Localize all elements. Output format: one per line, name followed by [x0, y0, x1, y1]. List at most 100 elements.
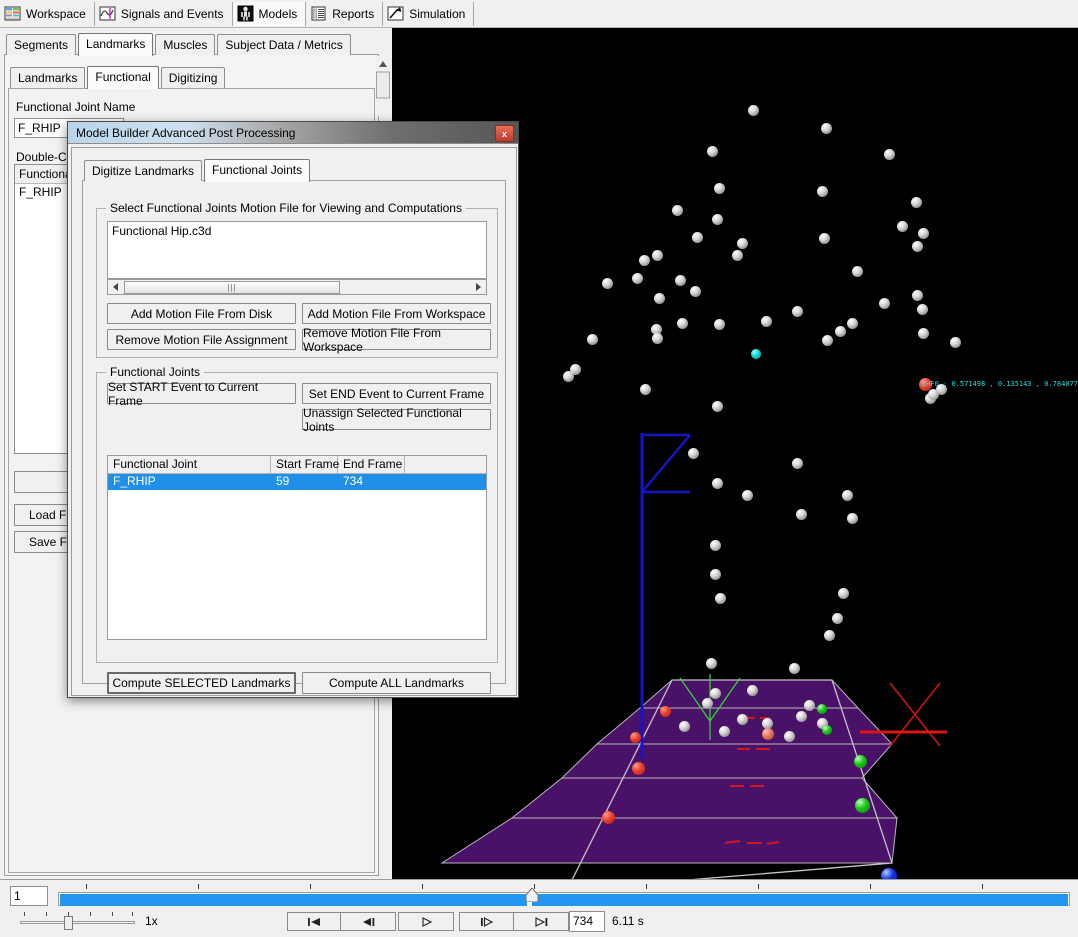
scroll-left-icon[interactable]	[108, 280, 124, 294]
motion-file-group-legend: Select Functional Joints Motion File for…	[106, 201, 466, 215]
secondary-tabs: Landmarks Functional Digitizing	[10, 66, 227, 89]
compute-selected-landmarks-button[interactable]: Compute SELECTED Landmarks	[107, 672, 296, 694]
mocap-marker	[587, 334, 598, 345]
go-to-last-frame-button[interactable]	[513, 912, 569, 931]
go-to-first-frame-button[interactable]	[287, 912, 343, 931]
mocap-marker	[714, 319, 725, 330]
dialog-title-bar[interactable]: Model Builder Advanced Post Processing x	[68, 122, 518, 144]
tab-muscles[interactable]: Muscles	[155, 34, 216, 55]
mocap-marker	[639, 255, 650, 266]
subtab-functional[interactable]: Functional	[87, 66, 159, 89]
set-end-event-button[interactable]: Set END Event to Current Frame	[302, 383, 491, 404]
toolbar-item-models[interactable]: Models	[232, 1, 307, 26]
cell-start-frame: 59	[276, 474, 290, 488]
mocap-marker	[715, 593, 726, 604]
add-motion-file-from-disk-button[interactable]: Add Motion File From Disk	[107, 303, 296, 324]
speed-label: 1x	[145, 914, 158, 928]
mocap-marker	[640, 384, 651, 395]
cell-end-frame: 734	[343, 474, 364, 488]
mocap-marker	[690, 286, 701, 297]
mocap-marker	[688, 448, 699, 459]
plate-corner-marker	[632, 762, 645, 775]
mocap-marker	[710, 540, 721, 551]
mocap-marker	[714, 183, 725, 194]
mocap-marker	[737, 714, 748, 725]
speed-slider-track[interactable]	[20, 921, 135, 924]
timeline-track[interactable]	[58, 892, 1070, 906]
motion-file-horizontal-scrollbar[interactable]: |||	[107, 279, 487, 295]
play-icon	[422, 916, 433, 927]
mocap-marker	[652, 333, 663, 344]
remove-motion-file-from-workspace-button[interactable]: Remove Motion File From Workspace	[302, 326, 491, 354]
functional-joints-group-legend: Functional Joints	[106, 365, 205, 379]
plate-corner-marker	[630, 732, 641, 743]
play-button[interactable]	[398, 912, 454, 931]
mocap-marker	[918, 328, 929, 339]
toolbar-item-reports[interactable]: Reports	[306, 1, 384, 26]
mocap-marker	[710, 688, 721, 699]
mocap-marker	[677, 318, 688, 329]
toolbar-label-simulation: Simulation	[409, 6, 466, 21]
timeline-thumb[interactable]	[525, 887, 539, 904]
dialog-tab-digitize-landmarks[interactable]: Digitize Landmarks	[84, 160, 203, 181]
compute-all-landmarks-button[interactable]: Compute ALL Landmarks	[302, 672, 491, 694]
close-icon[interactable]: x	[495, 125, 514, 142]
unassign-selected-functional-joints-button[interactable]: Unassign Selected Functional Joints	[302, 406, 491, 434]
mocap-marker	[742, 490, 753, 501]
dialog-title-text: Model Builder Advanced Post Processing	[76, 125, 296, 140]
dialog-body: Digitize Landmarks Functional Joints Fun…	[71, 147, 517, 696]
table-header-row: Functional Joint Start Frame End Frame	[108, 456, 486, 474]
tab-subject-data-metrics[interactable]: Subject Data / Metrics	[217, 34, 351, 55]
dialog-tab-functional-joints[interactable]: Functional Joints	[204, 159, 311, 182]
remove-motion-file-assignment-button[interactable]: Remove Motion File Assignment	[107, 329, 296, 350]
mocap-marker	[838, 588, 849, 599]
toolbar-item-signals-and-events[interactable]: Signals and Events	[95, 1, 233, 26]
toolbar-item-simulation[interactable]: Simulation	[383, 1, 475, 26]
plate-corner-marker	[822, 725, 832, 735]
speed-slider[interactable]	[20, 912, 135, 932]
red-x-marker	[889, 682, 941, 747]
subtab-functional-label: Functional	[95, 70, 151, 84]
primary-tabs: Segments Landmarks Muscles Subject Data …	[6, 33, 353, 56]
mocap-marker	[824, 630, 835, 641]
toolbar-item-workspace[interactable]: Workspace	[0, 1, 95, 26]
timeline-slider[interactable]	[58, 884, 1070, 908]
tab-landmarks-label: Landmarks	[86, 37, 146, 51]
mocap-marker	[692, 232, 703, 243]
scrollbar-thumb[interactable]: |||	[124, 280, 340, 294]
motion-file-listbox[interactable]: Functional Hip.c3d	[107, 221, 487, 279]
functional-joints-table[interactable]: Functional Joint Start Frame End Frame F…	[107, 455, 487, 640]
mocap-marker	[602, 278, 613, 289]
set-start-event-button[interactable]: Set START Event to Current Frame	[107, 380, 296, 408]
table-row[interactable]: F_RHIP 59 734	[108, 474, 486, 490]
step-forward-button[interactable]	[459, 912, 515, 931]
mocap-marker	[832, 613, 843, 624]
subtab-digitizing[interactable]: Digitizing	[160, 67, 226, 88]
tab-segments[interactable]: Segments	[6, 34, 77, 55]
mocap-marker	[821, 123, 832, 134]
plate-corner-marker	[855, 798, 870, 813]
mocap-marker	[747, 685, 758, 696]
mocap-marker	[710, 569, 721, 580]
scroll-right-icon[interactable]	[470, 280, 486, 294]
left-panel-scrollbar[interactable]	[376, 56, 390, 116]
mocap-marker	[804, 700, 815, 711]
mocap-marker	[792, 306, 803, 317]
end-frame-input[interactable]: 734	[569, 911, 605, 932]
motion-file-item[interactable]: Functional Hip.c3d	[112, 224, 211, 238]
add-motion-file-from-workspace-button[interactable]: Add Motion File From Workspace	[302, 303, 491, 324]
subtab-landmarks[interactable]: Landmarks	[10, 67, 86, 88]
tab-landmarks[interactable]: Landmarks	[78, 33, 154, 56]
speed-slider-thumb[interactable]	[64, 916, 73, 930]
column-header-end-frame: End Frame	[338, 456, 405, 473]
dialog-tab-digitize-landmarks-label: Digitize Landmarks	[92, 164, 195, 178]
skip-to-end-icon	[535, 916, 548, 927]
playback-bar: 1 1x 734 6.11 s	[0, 879, 1078, 937]
plate-corner-marker	[817, 704, 827, 714]
advanced-post-processing-dialog: Model Builder Advanced Post Processing x…	[67, 121, 519, 698]
current-frame-input[interactable]: 1	[10, 886, 48, 906]
mocap-marker	[702, 698, 713, 709]
tab-muscles-label: Muscles	[163, 38, 208, 52]
step-back-button[interactable]	[340, 912, 396, 931]
subtab-digitizing-label: Digitizing	[168, 71, 218, 85]
